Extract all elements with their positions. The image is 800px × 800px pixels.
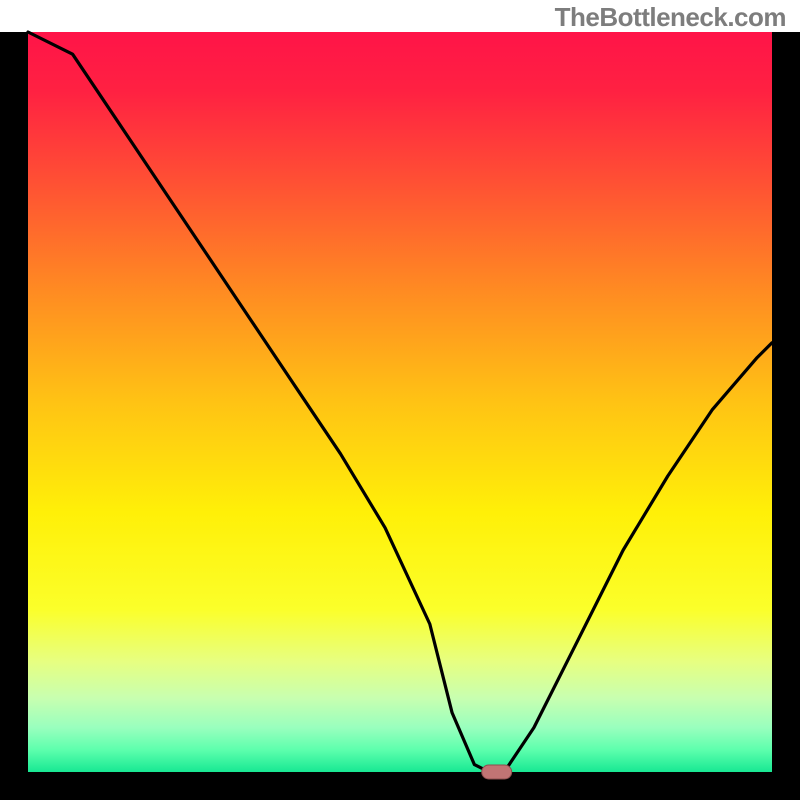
plot-background: [28, 32, 772, 772]
chart-container: TheBottleneck.com: [0, 0, 800, 800]
optimum-marker: [482, 765, 512, 779]
bottleneck-chart: [0, 0, 800, 800]
watermark-text: TheBottleneck.com: [555, 2, 786, 33]
